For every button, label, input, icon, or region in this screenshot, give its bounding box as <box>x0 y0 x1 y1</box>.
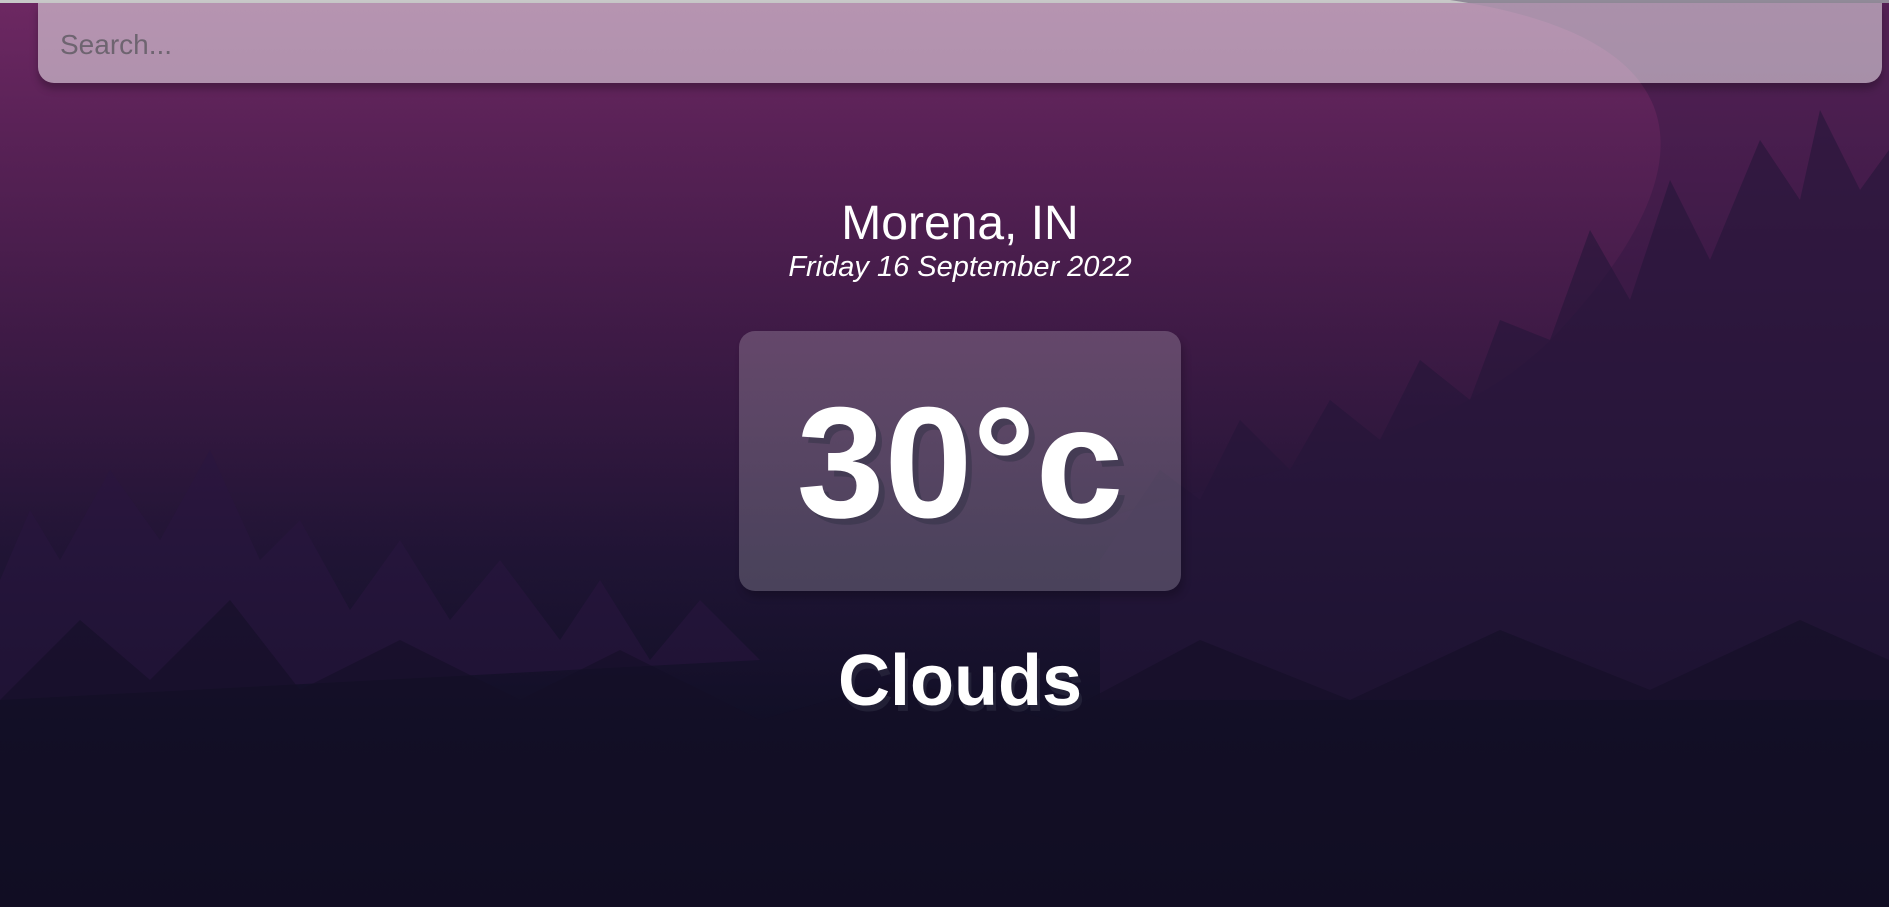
temperature-value: 30°c <box>796 375 1124 551</box>
search-input[interactable] <box>38 3 1882 83</box>
location-name: Morena, IN <box>841 197 1079 250</box>
temperature-card: 30°c <box>739 331 1181 591</box>
current-date: Friday 16 September 2022 <box>788 251 1132 283</box>
search-bar[interactable] <box>38 3 1882 83</box>
weather-condition: Clouds <box>838 641 1082 721</box>
